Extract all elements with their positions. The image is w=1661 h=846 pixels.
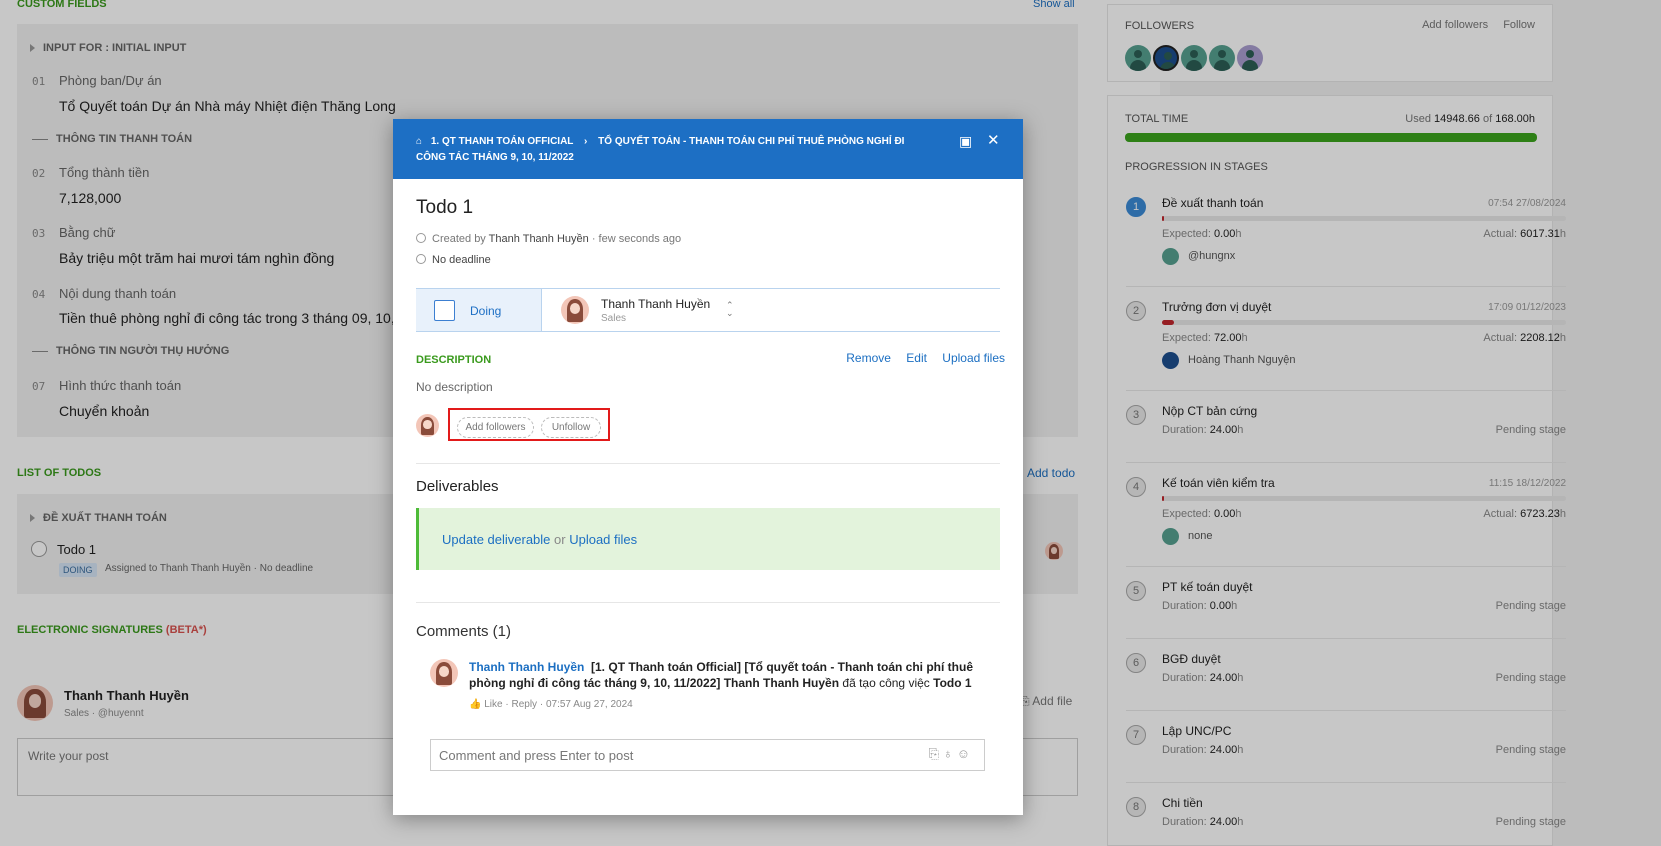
creator-name[interactable]: Thanh Thanh Huyền — [489, 233, 589, 245]
todo-title[interactable]: Todo 1 — [416, 197, 473, 219]
add-followers-button[interactable]: Add followers — [457, 417, 534, 438]
emoji-icon[interactable]: ☺ — [957, 746, 974, 761]
status-label: Doing — [470, 304, 502, 318]
divider — [416, 602, 1000, 603]
description-title: DESCRIPTION — [416, 354, 492, 366]
status-checkbox[interactable] — [434, 300, 455, 321]
follow-actions-highlight: Add followers Unfollow — [448, 408, 610, 441]
follower-avatar — [416, 414, 439, 437]
deadline-text: No deadline — [432, 254, 491, 266]
remove-description-button[interactable]: Remove — [846, 351, 891, 365]
created-time: · few seconds ago — [591, 233, 682, 245]
assignee-name[interactable]: Thanh Thanh Huyền — [601, 297, 710, 311]
like-button[interactable]: Like — [484, 699, 502, 710]
comment-input[interactable]: Comment and press Enter to post ⎘♁☺ — [430, 739, 985, 771]
info-icon — [416, 233, 426, 243]
deliverables-title: Deliverables — [416, 478, 499, 495]
todo-modal: ⌂ 1. QT THANH TOÁN OFFICIAL › TỔ QUYẾT T… — [393, 119, 1023, 815]
deliverables-box: Update deliverable or Upload files — [416, 508, 1000, 570]
status-toggle[interactable]: Doing — [416, 289, 542, 331]
unfollow-button[interactable]: Unfollow — [541, 417, 601, 438]
breadcrumb: ⌂ 1. QT THANH TOÁN OFFICIAL › TỔ QUYẾT T… — [416, 134, 926, 166]
modal-header: ⌂ 1. QT THANH TOÁN OFFICIAL › TỔ QUYẾT T… — [393, 119, 1023, 179]
divider — [416, 463, 1000, 464]
comments-title: Comments (1) — [416, 623, 512, 640]
comment-time: 07:57 Aug 27, 2024 — [545, 699, 633, 710]
deadline-info[interactable]: No deadline — [416, 254, 491, 266]
update-deliverable-link[interactable]: Update deliverable — [442, 532, 550, 547]
upload-files-link[interactable]: Upload files — [569, 532, 637, 547]
upload-files-button[interactable]: Upload files — [942, 351, 1005, 365]
comment-body: Thanh Thanh Huyền [1. QT Thanh toán Offi… — [469, 659, 979, 691]
description-actions: Remove Edit Upload files — [834, 351, 1005, 365]
comment-author[interactable]: Thanh Thanh Huyền — [469, 660, 584, 674]
page-background: CUSTOM FIELDS Show all INPUT FOR : INITI… — [0, 0, 1661, 846]
reply-button[interactable]: Reply — [511, 699, 537, 710]
status-row: Doing Thanh Thanh Huyền Sales ⌃ ⌄ — [416, 288, 1000, 332]
deliverables-actions: Update deliverable or Upload files — [442, 532, 637, 547]
comment-input-icons: ⎘♁☺ — [929, 746, 974, 762]
home-icon[interactable]: ⌂ — [416, 136, 422, 147]
comment-actions: 👍 Like · Reply · 07:57 Aug 27, 2024 — [469, 699, 633, 710]
thumbs-up-icon: 👍 — [469, 699, 482, 710]
assignee-role: Sales — [601, 313, 627, 324]
created-prefix: Created by — [432, 233, 486, 245]
calendar-icon[interactable]: ▣ — [959, 133, 972, 150]
assignee-avatar — [561, 296, 589, 324]
or-text: or — [554, 532, 566, 547]
comment-placeholder: Comment and press Enter to post — [439, 748, 634, 763]
close-icon[interactable]: ✕ — [987, 131, 1000, 149]
breadcrumb-workflow[interactable]: 1. QT THANH TOÁN OFFICIAL — [431, 136, 573, 147]
paperclip-icon[interactable]: ⎘ — [929, 746, 943, 761]
comment-text-normal: đã tạo công việc — [842, 676, 930, 690]
edit-description-button[interactable]: Edit — [906, 351, 927, 365]
lightbulb-icon[interactable]: ♁ — [943, 746, 957, 761]
created-info: Created by Thanh Thanh Huyền · few secon… — [416, 233, 681, 245]
no-description-text: No description — [416, 380, 493, 394]
clock-icon — [416, 254, 426, 264]
comment-text-end[interactable]: Todo 1 — [933, 676, 971, 690]
comment-author-avatar — [430, 659, 458, 687]
breadcrumb-separator: › — [584, 136, 588, 147]
assignee-chevron-updown-icon[interactable]: ⌃ ⌄ — [726, 301, 734, 318]
